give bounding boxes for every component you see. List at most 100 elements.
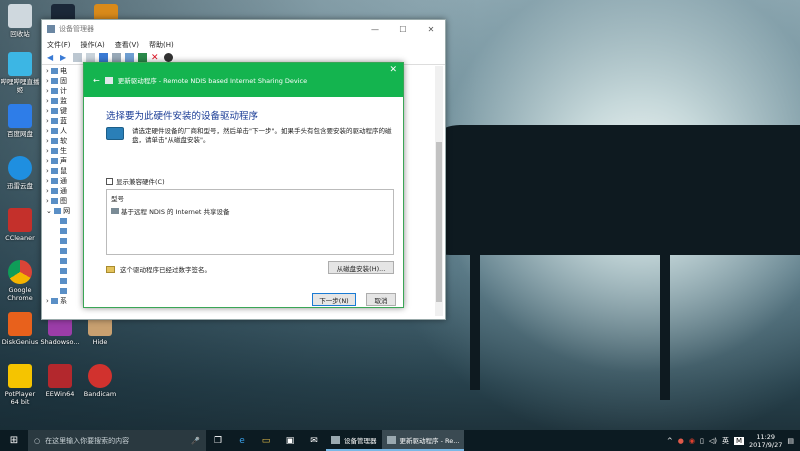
tree-item[interactable]: › 人 <box>46 126 86 136</box>
store-icon[interactable]: ▣ <box>278 436 302 446</box>
tree-subitem[interactable] <box>46 246 86 256</box>
checkbox-label: 显示兼容硬件(C) <box>116 178 165 186</box>
tray-app-icon[interactable]: ◉ <box>689 437 695 445</box>
microphone-icon[interactable]: 🎤 <box>191 437 200 445</box>
tray-app-icon[interactable]: ● <box>678 437 684 445</box>
close-button[interactable]: ✕ <box>417 25 445 34</box>
model-list-item[interactable]: 基于远程 NDIS 的 Internet 共享设备 <box>111 206 393 216</box>
disable-icon[interactable] <box>164 53 173 62</box>
back-arrow-icon[interactable]: ← <box>93 76 100 85</box>
notification-icon[interactable]: ▤ <box>787 437 794 445</box>
forward-icon[interactable]: ▶ <box>60 53 69 62</box>
desktop-icon-label: CCleaner <box>5 234 35 242</box>
desktop-icon-label: 迅雷云盘 <box>7 182 33 190</box>
tree-item[interactable]: › 生 <box>46 146 86 156</box>
tree-subitem[interactable] <box>46 256 86 266</box>
tree-item[interactable]: › 固 <box>46 76 86 86</box>
task-view-icon[interactable]: ❐ <box>206 436 230 446</box>
device-tree: › 电 › 固 › 计 › 监 › 键 › 蓝 › 人 › 软 › 生 › 声 … <box>46 66 86 306</box>
desktop-icon-diskgenius[interactable]: DiskGenius <box>0 312 40 346</box>
have-disk-button[interactable]: 从磁盘安装(H)... <box>328 261 394 274</box>
menu-action[interactable]: 操作(A) <box>81 40 105 50</box>
device-icon <box>104 76 113 84</box>
desktop-icon-ccleaner[interactable]: CCleaner <box>0 208 40 242</box>
edge-icon[interactable]: e <box>230 436 254 446</box>
tree-item[interactable]: › 监 <box>46 96 86 106</box>
vertical-scrollbar[interactable] <box>435 66 443 316</box>
uninstall-icon[interactable]: ✕ <box>151 53 160 63</box>
desktop-icon-label: 哔哩哔哩直播姬 <box>0 78 40 94</box>
checkbox[interactable] <box>106 177 113 185</box>
tree-item[interactable]: › 图 <box>46 196 86 206</box>
minimize-button[interactable]: — <box>361 25 389 34</box>
clock-date: 2017/9/27 <box>749 440 783 449</box>
clock[interactable]: 11:29 2017/9/27 <box>749 433 782 449</box>
ime-indicator[interactable]: 英 <box>722 436 729 446</box>
tree-item[interactable]: › 键 <box>46 106 86 116</box>
desktop-icon-label: Google Chrome <box>7 286 33 302</box>
eewin64-icon <box>48 364 72 388</box>
tree-subitem[interactable] <box>46 226 86 236</box>
scan-icon[interactable] <box>125 53 134 62</box>
tree-item[interactable]: › 系 <box>46 296 86 306</box>
volume-icon[interactable]: ◁) <box>709 437 717 445</box>
taskbar-app-device-manager[interactable]: 设备管理器 <box>326 430 382 451</box>
cancel-button[interactable]: 取消 <box>366 293 396 306</box>
tree-subitem[interactable] <box>46 286 86 296</box>
network-icon[interactable]: ▯ <box>700 437 704 445</box>
desktop-icon-label: DiskGenius <box>1 338 39 346</box>
tree-item[interactable]: › 鼠 <box>46 166 86 176</box>
chevron-up-icon[interactable]: ^ <box>667 437 673 445</box>
tree-item[interactable]: › 声 <box>46 156 86 166</box>
tree-item[interactable]: › 通 <box>46 186 86 196</box>
tree-subitem[interactable] <box>46 216 86 226</box>
tree-item[interactable]: ⌄ 网 <box>46 206 86 216</box>
tree-item[interactable]: › 软 <box>46 136 86 146</box>
menu-help[interactable]: 帮助(H) <box>149 40 174 50</box>
dialog-heading: 选择要为此硬件安装的设备驱动程序 <box>106 111 259 122</box>
tree-item[interactable]: › 计 <box>46 86 86 96</box>
desktop-icon-potplayer[interactable]: PotPlayer 64 bit <box>0 364 40 406</box>
next-button[interactable]: 下一步(N) <box>312 293 356 306</box>
taskbar-search[interactable]: ○ 在这里输入你要搜索的内容 🎤 <box>28 430 206 451</box>
view-icon[interactable] <box>112 53 121 62</box>
tree-item[interactable]: › 电 <box>46 66 86 76</box>
tree-subitem[interactable] <box>46 276 86 286</box>
desktop-icon-eewin64[interactable]: EEWin64 <box>40 364 80 398</box>
taskbar-app-update-driver[interactable]: 更新驱动程序 - Re... <box>381 430 465 451</box>
windows-start-icon[interactable]: ⊞ <box>0 435 28 446</box>
mail-icon[interactable]: ✉ <box>302 436 326 446</box>
taskbar-app-label: 更新驱动程序 - Re... <box>399 436 460 445</box>
device-manager-titlebar[interactable]: 设备管理器 — ☐ ✕ <box>42 20 445 38</box>
desktop-icon-bandicam[interactable]: Bandicam <box>80 364 120 398</box>
diskgenius-icon <box>8 312 32 336</box>
update-driver-dialog[interactable]: ← 更新驱动程序 - Remote NDIS based Internet Sh… <box>83 62 404 308</box>
model-list[interactable]: 型号 基于远程 NDIS 的 Internet 共享设备 <box>106 189 394 255</box>
taskbar: ⊞ ○ 在这里输入你要搜索的内容 🎤 ❐ e ▭ ▣ ✉ 设备管理器 更新驱动程… <box>0 430 800 451</box>
tree-subitem[interactable] <box>46 266 86 276</box>
tree-item[interactable]: › 通 <box>46 176 86 186</box>
list-icon[interactable] <box>86 53 95 62</box>
back-icon[interactable]: ◀ <box>47 53 56 62</box>
maximize-button[interactable]: ☐ <box>389 25 417 34</box>
menu-view[interactable]: 查看(V) <box>115 40 139 50</box>
desktop-icon-baidu-netdisk[interactable]: 百度网盘 <box>0 104 40 138</box>
desktop-icon-bilibili-live[interactable]: 哔哩哔哩直播姬 <box>0 52 40 94</box>
tree-subitem[interactable] <box>46 236 86 246</box>
file-explorer-icon[interactable]: ▭ <box>254 436 278 446</box>
dialog-title: 更新驱动程序 - Remote NDIS based Internet Shar… <box>117 77 308 85</box>
desktop-icon-xunlei[interactable]: 迅雷云盘 <box>0 156 40 190</box>
menu-file[interactable]: 文件(F) <box>47 40 71 50</box>
tree-item[interactable]: › 蓝 <box>46 116 86 126</box>
close-icon[interactable]: ✕ <box>389 65 397 75</box>
ime-mode[interactable]: M <box>733 436 745 445</box>
desktop-icon-chrome[interactable]: Google Chrome <box>0 260 40 302</box>
show-compatible-checkbox[interactable]: 显示兼容硬件(C) <box>106 176 165 186</box>
properties-icon[interactable] <box>73 53 82 62</box>
update-driver-icon[interactable] <box>138 53 147 62</box>
bilibili-live-icon <box>8 52 32 76</box>
desktop-icon-recycle-bin[interactable]: 回收站 <box>0 4 40 38</box>
chrome-icon <box>8 260 32 284</box>
scrollbar-thumb[interactable] <box>436 142 442 302</box>
help-icon[interactable] <box>99 53 108 62</box>
